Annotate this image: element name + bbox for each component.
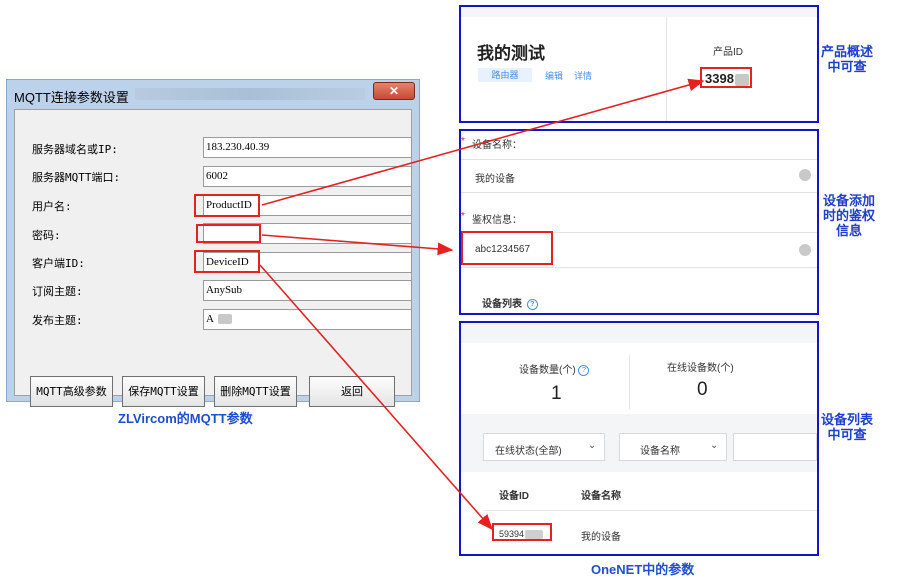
arrow-password-to-auth-info bbox=[261, 234, 454, 256]
connector-arrows bbox=[259, 78, 705, 531]
arrow-username-to-product-id bbox=[261, 78, 705, 206]
arrow-client-id-to-device-id bbox=[259, 264, 494, 531]
